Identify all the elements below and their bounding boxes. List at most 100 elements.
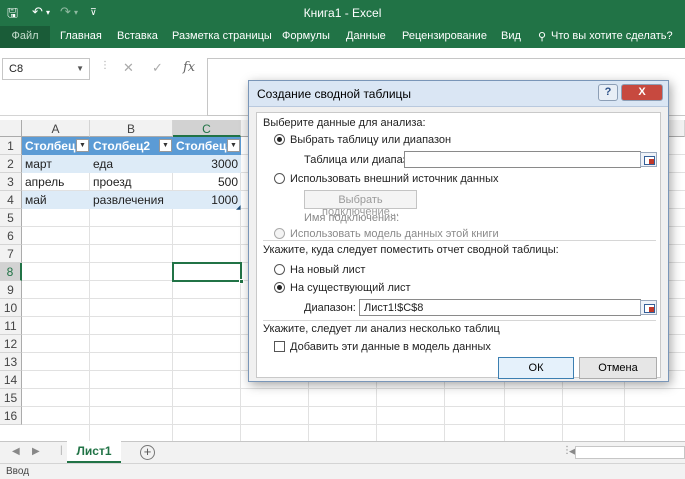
location-input[interactable]: Лист1!$C$8 bbox=[359, 299, 641, 316]
tab-review[interactable]: Рецензирование bbox=[402, 30, 487, 42]
column-header-b[interactable]: B bbox=[90, 120, 173, 137]
filter-dropdown-icon[interactable]: ▼ bbox=[76, 139, 89, 152]
table-resize-handle-icon[interactable]: ◢ bbox=[236, 204, 241, 211]
table-range-input[interactable] bbox=[404, 151, 641, 168]
radio-external-source[interactable] bbox=[274, 173, 285, 184]
table-cell[interactable]: еда bbox=[90, 155, 173, 173]
collapse-dialog-icon[interactable] bbox=[640, 300, 657, 315]
table-cell[interactable]: 3000 bbox=[173, 155, 241, 173]
row-header-5[interactable]: 5 bbox=[0, 209, 22, 227]
column-header-a[interactable]: A bbox=[22, 120, 90, 137]
ok-button[interactable]: ОК bbox=[498, 357, 574, 379]
tab-formulas[interactable]: Формулы bbox=[282, 30, 330, 42]
table-cell[interactable]: март bbox=[22, 155, 90, 173]
radio-new-sheet-label[interactable]: На новый лист bbox=[290, 264, 365, 276]
horizontal-scrollbar[interactable] bbox=[575, 446, 685, 459]
next-sheet-icon[interactable]: ▶ bbox=[32, 446, 40, 457]
help-button[interactable]: ? bbox=[598, 84, 618, 101]
table-cell[interactable]: 1000 bbox=[173, 191, 241, 209]
row-header-9[interactable]: 9 bbox=[0, 281, 22, 299]
status-bar: Ввод bbox=[0, 463, 685, 479]
tell-me-box[interactable]: Что вы хотите сделать? bbox=[551, 30, 673, 42]
enter-icon[interactable]: ✓ bbox=[152, 60, 163, 76]
sheet-tab[interactable]: Лист1 bbox=[67, 441, 121, 463]
divider bbox=[263, 320, 656, 321]
tab-home[interactable]: Главная bbox=[60, 30, 102, 42]
create-pivot-table-dialog: Создание сводной таблицы ? X Выберите да… bbox=[248, 80, 669, 382]
table-cell[interactable]: май bbox=[22, 191, 90, 209]
table-cell[interactable]: 500 bbox=[173, 173, 241, 191]
close-button[interactable]: X bbox=[621, 84, 663, 101]
dialog-title-bar: Создание сводной таблицы ? X bbox=[249, 81, 668, 107]
select-all-corner[interactable] bbox=[0, 120, 22, 137]
radio-new-sheet[interactable] bbox=[274, 264, 285, 275]
radio-table-range-label[interactable]: Выбрать таблицу или диапазон bbox=[290, 134, 451, 146]
table-header-cell[interactable]: Столбец2 ▼ bbox=[90, 137, 173, 155]
gridline bbox=[22, 406, 685, 407]
fill-handle[interactable] bbox=[239, 279, 244, 284]
row-header-2[interactable]: 2 bbox=[0, 155, 22, 173]
radio-external-source-label[interactable]: Использовать внешний источник данных bbox=[290, 173, 498, 185]
table-cell[interactable]: апрель bbox=[22, 173, 90, 191]
gridline bbox=[22, 388, 685, 389]
row-header-15[interactable]: 15 bbox=[0, 389, 22, 407]
choose-connection-button[interactable]: Выбрать подключение... bbox=[304, 190, 417, 218]
row-header-4[interactable]: 4 bbox=[0, 191, 22, 209]
name-box[interactable]: C8 ▼ bbox=[2, 58, 90, 80]
radio-existing-sheet[interactable] bbox=[274, 282, 285, 293]
radio-data-model[interactable] bbox=[274, 228, 285, 239]
add-to-data-model-label[interactable]: Добавить эти данные в модель данных bbox=[290, 341, 491, 353]
cancel-icon[interactable]: ✕ bbox=[123, 60, 134, 76]
row-header-13[interactable]: 13 bbox=[0, 353, 22, 371]
row-header-14[interactable]: 14 bbox=[0, 371, 22, 389]
radio-existing-sheet-label[interactable]: На существующий лист bbox=[290, 282, 411, 294]
function-icon[interactable]: fx bbox=[183, 60, 195, 75]
add-to-data-model-checkbox[interactable] bbox=[274, 341, 285, 352]
name-box-value: C8 bbox=[9, 63, 24, 75]
row-header-16[interactable]: 16 bbox=[0, 407, 22, 425]
table-header-label: Столбец3 bbox=[176, 139, 234, 153]
selected-cell[interactable] bbox=[172, 262, 244, 284]
row-header-8[interactable]: 8 bbox=[0, 263, 22, 281]
prev-sheet-icon[interactable]: ◀ bbox=[12, 446, 20, 457]
filter-dropdown-icon[interactable]: ▼ bbox=[159, 139, 172, 152]
radio-table-range[interactable] bbox=[274, 134, 285, 145]
table-cell[interactable]: проезд bbox=[90, 173, 173, 191]
row-header-7[interactable]: 7 bbox=[0, 245, 22, 263]
title-bar: 🖫 ↶ ▾ ↷ ▾ ⊽ Книга1 - Excel bbox=[0, 0, 685, 26]
tab-file[interactable]: Файл bbox=[0, 26, 50, 48]
collapse-dialog-icon[interactable] bbox=[640, 152, 657, 167]
table-header-cell[interactable]: Столбец3 ▼ bbox=[173, 137, 241, 155]
section-location-label: Укажите, куда следует поместить отчет св… bbox=[263, 244, 559, 256]
chevron-down-icon[interactable]: ▼ bbox=[76, 64, 84, 73]
column-header-c[interactable]: C bbox=[173, 120, 241, 137]
table-header-label: Столбец1 bbox=[25, 139, 83, 153]
row-header-3[interactable]: 3 bbox=[0, 173, 22, 191]
more-icon: ⋮ bbox=[100, 60, 110, 71]
filter-dropdown-icon[interactable]: ▼ bbox=[227, 139, 240, 152]
tab-view[interactable]: Вид bbox=[501, 30, 521, 42]
row-header-10[interactable]: 10 bbox=[0, 299, 22, 317]
row-header-11[interactable]: 11 bbox=[0, 317, 22, 335]
tab-data[interactable]: Данные bbox=[346, 30, 386, 42]
divider bbox=[263, 240, 656, 241]
row-header-6[interactable]: 6 bbox=[0, 227, 22, 245]
dialog-title: Создание сводной таблицы bbox=[257, 87, 412, 101]
section-multiple-tables-label: Укажите, следует ли анализ несколько таб… bbox=[263, 323, 500, 335]
cancel-button[interactable]: Отмена bbox=[579, 357, 657, 379]
table-cell[interactable]: развлечения bbox=[90, 191, 173, 209]
section-choose-data-label: Выберите данные для анализа: bbox=[263, 117, 426, 129]
table-header-cell[interactable]: Столбец1 ▼ bbox=[22, 137, 90, 155]
gridline bbox=[22, 424, 685, 425]
tab-insert[interactable]: Вставка bbox=[117, 30, 158, 42]
row-header-1[interactable]: 1 bbox=[0, 137, 22, 155]
divider: | bbox=[60, 445, 63, 456]
window-title: Книга1 - Excel bbox=[303, 6, 382, 20]
tab-page-layout[interactable]: Разметка страницы bbox=[172, 30, 272, 42]
radio-data-model-label[interactable]: Использовать модель данных этой книги bbox=[290, 228, 499, 240]
add-sheet-button[interactable]: + bbox=[140, 445, 155, 460]
dialog-body: Выберите данные для анализа: Выбрать таб… bbox=[256, 112, 661, 379]
row-header-12[interactable]: 12 bbox=[0, 335, 22, 353]
lightbulb-icon: ⚲ bbox=[538, 31, 547, 43]
status-text: Ввод bbox=[6, 466, 30, 477]
